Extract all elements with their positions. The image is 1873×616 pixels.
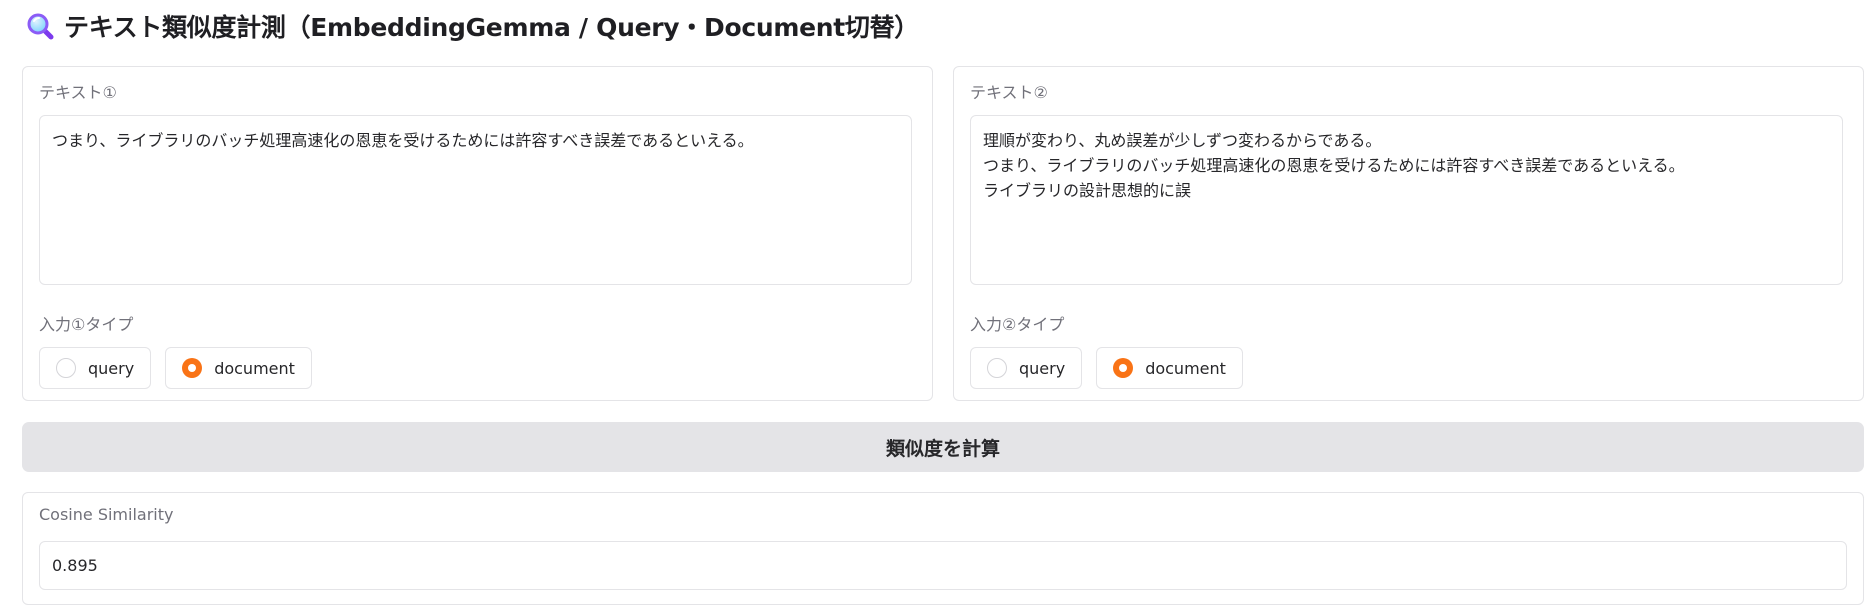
type1-label: 入力①タイプ — [39, 315, 134, 334]
type2-query-label: query — [1019, 358, 1066, 378]
text1-label: テキスト① — [39, 83, 117, 102]
compute-similarity-button[interactable]: 類似度を計算 — [22, 422, 1864, 472]
cosine-similarity-value[interactable]: 0.895 — [39, 541, 1847, 590]
type1-query-option[interactable]: query — [39, 347, 152, 389]
page: テキスト類似度計測（EmbeddingGemma / Query・Documen… — [0, 0, 1873, 616]
type1-radio-group: query document — [39, 347, 312, 389]
type1-query-label: query — [88, 358, 135, 378]
type2-radio-group: query document — [970, 347, 1243, 389]
text1-panel: テキスト① つまり、ライブラリのバッチ処理高速化の恩恵を受けるためには許容すべき… — [22, 66, 933, 401]
page-title: テキスト類似度計測（EmbeddingGemma / Query・Documen… — [26, 8, 919, 44]
radio-checked-icon — [1113, 358, 1134, 378]
result-panel: Cosine Similarity 0.895 — [22, 492, 1864, 605]
type1-document-label: document — [214, 358, 295, 378]
magnifier-icon — [26, 12, 54, 40]
type2-query-option[interactable]: query — [970, 347, 1083, 389]
text2-textarea[interactable]: 理順が変わり、丸め誤差が少しずつ変わるからである。 つまり、ライブラリのバッチ処… — [970, 115, 1843, 285]
page-title-text: テキスト類似度計測（EmbeddingGemma / Query・Documen… — [64, 13, 919, 42]
text2-panel: テキスト② 理順が変わり、丸め誤差が少しずつ変わるからである。 つまり、ライブラ… — [953, 66, 1864, 401]
cosine-similarity-label: Cosine Similarity — [39, 505, 174, 524]
radio-checked-icon — [182, 358, 203, 378]
text1-textarea[interactable]: つまり、ライブラリのバッチ処理高速化の恩恵を受けるためには許容すべき誤差であると… — [39, 115, 912, 285]
radio-unchecked-icon — [987, 358, 1007, 378]
type2-document-label: document — [1145, 358, 1226, 378]
type2-document-option[interactable]: document — [1096, 347, 1243, 389]
text2-label: テキスト② — [970, 83, 1048, 102]
type1-document-option[interactable]: document — [165, 347, 312, 389]
type2-label: 入力②タイプ — [970, 315, 1065, 334]
radio-unchecked-icon — [56, 358, 76, 378]
